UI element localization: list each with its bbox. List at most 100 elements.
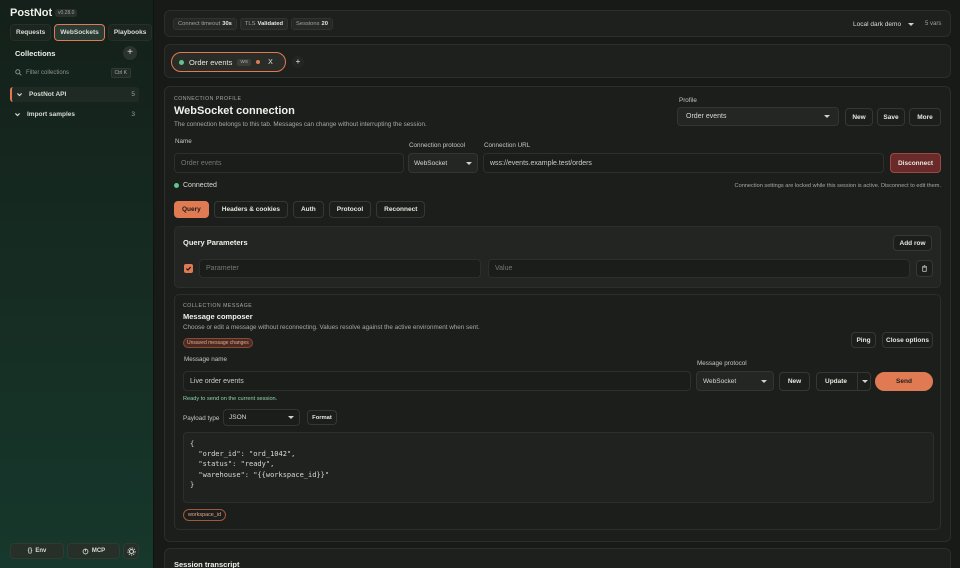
chevron-down-icon [15, 113, 20, 117]
lock-note: Connection settings are locked while thi… [734, 183, 941, 189]
sessions-chip: Sessions 20 [290, 18, 333, 30]
param-enabled-checkbox[interactable] [184, 264, 193, 273]
sidebar-item-postnot-api[interactable]: PostNot API 5 [10, 87, 139, 102]
filter-placeholder: Filter collections [26, 69, 70, 76]
connection-status: Connected [174, 182, 217, 189]
name-label: Name [175, 138, 192, 145]
close-options-button[interactable]: Close options [882, 332, 933, 348]
connect-timeout-chip: Connect timeout 30s [173, 18, 237, 30]
new-profile-button[interactable]: New [845, 108, 873, 126]
sidebar-item-import-samples[interactable]: Import samples 3 [10, 107, 139, 122]
message-protocol-label: Message protocol [697, 360, 747, 367]
settings-button[interactable] [123, 543, 139, 559]
close-tab-button[interactable]: X [268, 59, 273, 66]
connection-subtabs: Query Headers & cookies Auth Protocol Re… [174, 201, 426, 218]
payload-line: "warehouse": "{{workspace_id}}" [190, 470, 330, 479]
mcp-label: MCP [91, 548, 106, 554]
subtab-reconnect[interactable]: Reconnect [376, 201, 426, 218]
param-value-input[interactable]: Value [488, 259, 910, 278]
message-composer-panel: COLLECTION MESSAGE Message composer Choo… [174, 294, 941, 530]
top-status-bar: Connect timeout 30s TLS Validated Sessio… [164, 10, 951, 37]
payload-line: } [190, 480, 195, 489]
add-tab-button[interactable]: + [292, 56, 304, 68]
param-key-input[interactable]: Parameter [199, 259, 481, 278]
session-transcript-panel: Session transcript [164, 548, 951, 568]
env-button[interactable]: {} Env [10, 543, 64, 559]
app-name: PostNot [10, 7, 53, 19]
chevron-down-icon [466, 161, 472, 165]
tab-requests[interactable]: Requests [10, 24, 52, 41]
payload-type-select[interactable]: JSON [223, 409, 300, 426]
connection-name-input[interactable]: Order events [174, 153, 404, 173]
query-title: Query Parameters [183, 238, 248, 247]
update-button[interactable]: Update [816, 372, 871, 391]
variable-tag[interactable]: workspace_id [183, 509, 226, 521]
message-name-input[interactable]: Live order events [183, 371, 691, 391]
composer-title: Message composer [183, 312, 253, 321]
send-button[interactable]: Send [875, 372, 933, 391]
subtab-headers-cookies[interactable]: Headers & cookies [213, 201, 288, 218]
collections-title: Collections [15, 49, 56, 58]
add-collection-button[interactable]: + [123, 46, 137, 60]
sidebar-item-count: 3 [131, 111, 135, 118]
connection-url-label: Connection URL [484, 142, 531, 149]
profile-label: Profile [679, 97, 697, 104]
payload-type-label: Payload type [183, 415, 220, 422]
message-protocol-select[interactable]: WebSocket [696, 371, 774, 391]
tls-chip: TLS Validated [239, 18, 288, 30]
delete-param-button[interactable] [916, 260, 933, 277]
status-chips: Connect timeout 30s TLS Validated Sessio… [173, 18, 333, 30]
main-area: Connect timeout 30s TLS Validated Sessio… [164, 0, 951, 568]
payload-type-value: JSON [229, 414, 247, 421]
plug-icon [82, 548, 89, 554]
subtab-query[interactable]: Query [174, 201, 209, 218]
app-version: v0.28.0 [55, 9, 78, 17]
ready-note: Ready to send on the current session. [183, 396, 278, 402]
status-dot-icon [174, 183, 179, 188]
filter-collections-input[interactable]: Filter collections Ctrl K [10, 65, 136, 80]
query-parameters-panel: Query Parameters Add row Parameter Value [174, 226, 941, 288]
sidebar-footer: {} Env MCP [10, 543, 139, 559]
message-name-label: Message name [184, 356, 228, 363]
sidebar-item-label: PostNot API [29, 91, 67, 98]
save-profile-button[interactable]: Save [877, 108, 905, 126]
profile-value: Order events [686, 113, 727, 120]
payload-editor[interactable]: { "order_id": "ord_1042", "status": "rea… [183, 432, 934, 503]
connection-title: WebSocket connection [174, 105, 295, 117]
vars-count: 5 vars [925, 21, 942, 27]
add-row-button[interactable]: Add row [893, 235, 932, 251]
ping-button[interactable]: Ping [851, 332, 876, 348]
chevron-down-icon [17, 93, 22, 97]
subtab-auth[interactable]: Auth [292, 201, 324, 218]
environment-select[interactable]: Local dark demo [845, 15, 922, 33]
tab-websockets[interactable]: WebSockets [54, 24, 105, 41]
subtab-protocol[interactable]: Protocol [328, 201, 372, 218]
format-button[interactable]: Format [307, 410, 337, 425]
sidebar-tabs: Requests WebSockets Playbooks [10, 24, 153, 41]
chevron-down-icon [824, 115, 830, 118]
session-tab-label: Order events [189, 57, 233, 67]
tab-playbooks[interactable]: Playbooks [107, 24, 153, 41]
composer-eyebrow: COLLECTION MESSAGE [183, 303, 253, 309]
search-icon [15, 69, 22, 76]
new-message-button[interactable]: New [779, 372, 810, 391]
session-tab-order-events[interactable]: Order events WS X [171, 52, 286, 72]
more-button[interactable]: More [909, 108, 941, 126]
mcp-button[interactable]: MCP [67, 543, 120, 559]
payload-line: "order_id": "ord_1042", [190, 450, 296, 459]
connected-dot-icon [179, 59, 184, 65]
chevron-down-icon [862, 380, 868, 383]
profile-select[interactable]: Order events [677, 107, 839, 126]
gear-icon [126, 546, 136, 556]
chevron-down-icon [761, 379, 767, 383]
check-icon [185, 266, 192, 271]
connection-url-input[interactable]: wss://events.example.test/orders [483, 153, 884, 173]
connection-description: The connection belongs to this tab. Mess… [174, 121, 427, 128]
payload-line: "status": "ready", [190, 460, 275, 469]
connection-protocol-select[interactable]: WebSocket [408, 153, 478, 173]
disconnect-button[interactable]: Disconnect [890, 153, 941, 173]
sidebar-item-label: Import samples [27, 111, 76, 118]
connection-protocol-value: WebSocket [414, 159, 448, 167]
unsaved-badge: Unsaved message changes [183, 338, 253, 348]
braces-icon: {} [27, 548, 33, 554]
